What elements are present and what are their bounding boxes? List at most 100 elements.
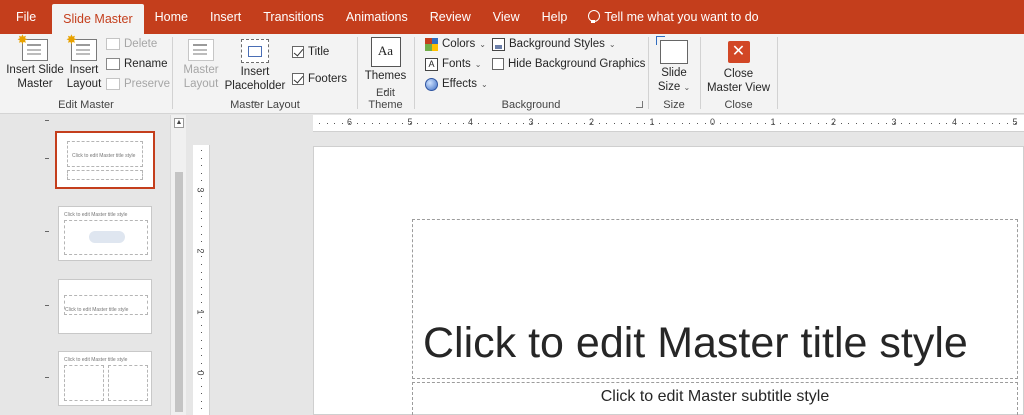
tab-review[interactable]: Review — [419, 0, 482, 34]
ruler-tick — [946, 123, 947, 124]
ruler-tick — [455, 123, 456, 124]
ruler-tick — [939, 123, 940, 124]
title-checkbox[interactable]: Title — [292, 43, 329, 61]
delete-button[interactable]: Delete — [106, 35, 157, 53]
ruler-tick — [463, 123, 464, 124]
ruler-tick — [201, 287, 202, 288]
ruler-tick — [591, 123, 592, 124]
insert-placeholder-label-1: Insert — [240, 66, 270, 78]
ruler-tick — [848, 123, 849, 124]
vertical-ruler[interactable]: 3210 — [193, 145, 210, 415]
ruler-tick — [410, 123, 411, 124]
ruler-tick — [201, 302, 202, 303]
thumbnail-marker — [45, 377, 49, 378]
ruler-tick — [954, 123, 955, 124]
scroll-up-icon[interactable]: ▲ — [174, 118, 184, 128]
insert-layout-button[interactable]: ✸ Insert Layout — [64, 33, 104, 91]
layout-thumbnail[interactable]: Click to edit Master title style — [58, 279, 152, 334]
ruler-tick — [697, 123, 698, 124]
ruler-number: 1 — [770, 117, 776, 127]
checkbox-checked-icon[interactable] — [292, 46, 304, 58]
tab-slide-master[interactable]: Slide Master — [52, 4, 144, 34]
ruler-tick — [201, 150, 202, 151]
ruler-tick — [201, 158, 202, 159]
slide-title-text[interactable]: Click to edit Master title style — [423, 319, 968, 368]
ruler-tick — [201, 241, 202, 242]
ribbon-separator — [777, 37, 778, 109]
ribbon: ✸ Insert Slide Master ✸ Insert Layout De… — [0, 33, 1024, 114]
ruler-tick — [201, 317, 202, 318]
colors-button[interactable]: Colors ⌄ — [425, 35, 486, 53]
ruler-tick — [916, 123, 917, 124]
thumbnail-marker — [45, 120, 49, 121]
tab-animations[interactable]: Animations — [335, 0, 419, 34]
thumbnail-title: Click to edit Master title style — [64, 357, 128, 363]
group-close: ✕ Close Master View Close — [701, 34, 776, 114]
effects-button[interactable]: Effects ⌄ — [425, 75, 488, 93]
checkbox-unchecked-icon[interactable] — [492, 58, 504, 70]
ruler-tick — [500, 123, 501, 124]
ruler-tick — [342, 123, 343, 124]
scrollbar-thumb[interactable] — [175, 172, 183, 412]
ruler-tick — [705, 123, 706, 124]
ruler-tick — [448, 123, 449, 124]
background-styles-button[interactable]: Background Styles ⌄ — [492, 35, 616, 53]
ruler-tick — [387, 123, 388, 124]
tab-help[interactable]: Help — [531, 0, 579, 34]
layout-thumbnail[interactable]: Click to edit Master title style — [58, 206, 152, 261]
master-layout-button[interactable]: Master Layout — [179, 37, 223, 91]
ruler-tick — [818, 123, 819, 124]
checkbox-checked-icon[interactable] — [292, 73, 304, 85]
slide-size-icon — [656, 36, 688, 64]
ruler-tick — [931, 123, 932, 124]
ruler-tick — [757, 123, 758, 124]
ruler-number: 3 — [528, 117, 534, 127]
tab-insert[interactable]: Insert — [199, 0, 252, 34]
preserve-button[interactable]: Preserve — [106, 75, 170, 93]
slide-size-label-2: Size — [657, 81, 681, 93]
ruler-tick — [201, 256, 202, 257]
insert-placeholder-icon — [241, 39, 269, 63]
ruler-tick — [531, 123, 532, 124]
chevron-down-icon: ⌄ — [608, 39, 616, 49]
thumbnail-scrollbar[interactable]: ▲ — [170, 115, 186, 415]
ruler-tick — [568, 123, 569, 124]
insert-placeholder-button[interactable]: Insert Placeholder ⌄ — [221, 37, 289, 108]
subtitle-placeholder[interactable]: Click to edit Master subtitle style — [412, 382, 1018, 415]
chevron-down-icon: ⌄ — [480, 79, 488, 89]
slide-master-thumbnail[interactable]: Click to edit Master title style — [55, 131, 155, 189]
layout-thumbnail[interactable]: Click to edit Master title style — [58, 351, 152, 406]
master-layout-icon — [188, 39, 214, 61]
hide-background-graphics-checkbox[interactable]: Hide Background Graphics — [492, 55, 645, 73]
insert-slide-master-button[interactable]: ✸ Insert Slide Master — [6, 33, 64, 91]
effects-label: Effects — [442, 78, 477, 90]
close-master-view-button[interactable]: ✕ Close Master View — [705, 37, 772, 95]
ruler-tick — [201, 203, 202, 204]
ruler-tick — [327, 123, 328, 124]
chevron-down-icon: ⌄ — [474, 59, 482, 69]
slide-size-button[interactable]: Slide Size ⌄ — [653, 36, 695, 95]
ruler-tick — [712, 123, 713, 124]
ruler-tick — [201, 180, 202, 181]
horizontal-ruler[interactable]: 6 5 4 3 2 1 0 1 2 3 4 5 — [313, 115, 1024, 132]
footers-checkbox[interactable]: Footers — [292, 70, 347, 88]
ruler-tick — [795, 123, 796, 124]
ruler-tick — [201, 310, 202, 311]
rename-button[interactable]: Rename — [106, 55, 167, 73]
tell-me-search[interactable]: Tell me what you want to do — [578, 0, 769, 34]
ruler-tick — [576, 123, 577, 124]
tab-view[interactable]: View — [482, 0, 531, 34]
tab-file[interactable]: File — [0, 0, 52, 34]
ruler-number: 5 — [407, 117, 413, 127]
ruler-tick — [606, 123, 607, 124]
ruler-number: 0 — [195, 370, 206, 376]
title-placeholder[interactable]: Click to edit Master title style — [412, 219, 1018, 379]
slide-subtitle-text[interactable]: Click to edit Master subtitle style — [601, 388, 830, 405]
ruler-tick — [402, 123, 403, 124]
fonts-icon: A — [425, 57, 438, 71]
tab-home[interactable]: Home — [144, 0, 199, 34]
ruler-tick — [201, 340, 202, 341]
ruler-tick — [493, 123, 494, 124]
tab-transitions[interactable]: Transitions — [252, 0, 335, 34]
fonts-button[interactable]: A Fonts ⌄ — [425, 55, 481, 73]
